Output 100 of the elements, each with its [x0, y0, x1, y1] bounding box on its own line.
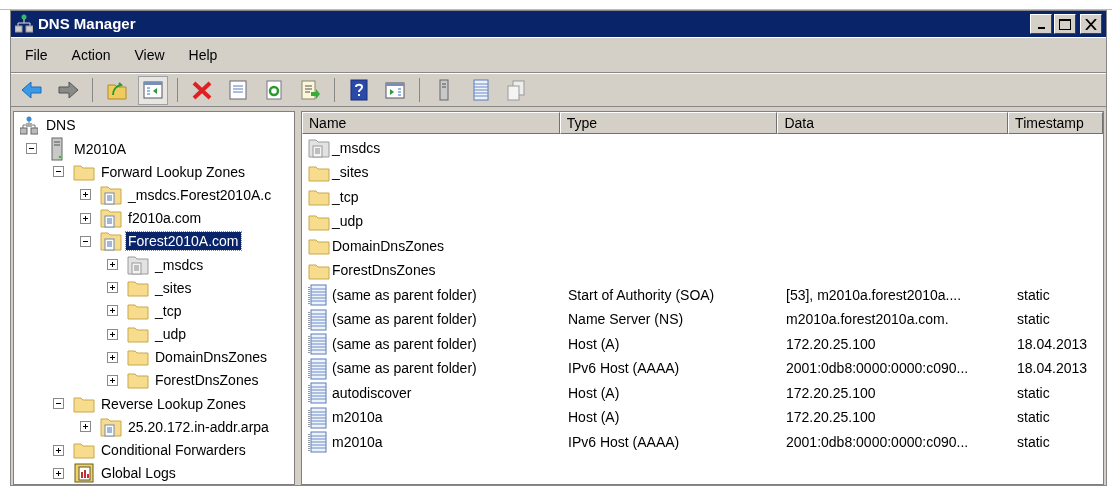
- close-button[interactable]: [1080, 14, 1102, 34]
- back-arrow-icon[interactable]: [21, 79, 43, 101]
- properties-icon[interactable]: [227, 79, 249, 101]
- help-icon[interactable]: [348, 79, 370, 101]
- zone-folder-icon: [127, 254, 149, 275]
- menu-item[interactable]: View: [134, 44, 165, 66]
- table-cell-text: m2010a: [332, 432, 383, 452]
- record-icon: [308, 382, 328, 405]
- column-header[interactable]: Data: [777, 112, 1009, 134]
- folder-icon: [127, 348, 149, 367]
- expand-toggle[interactable]: [52, 467, 64, 479]
- table-cell-text: 2001:0db8:0000:0000:c090...: [786, 359, 969, 379]
- tree-item[interactable]: Forward Lookup Zones: [99, 162, 247, 181]
- table-cell-text: (same as parent folder): [332, 359, 477, 379]
- delete-icon[interactable]: [191, 79, 213, 101]
- folder-icon: [73, 441, 95, 460]
- export-list-icon[interactable]: [299, 79, 321, 101]
- collapse-toggle[interactable]: [52, 398, 64, 410]
- menu-item[interactable]: Help: [188, 44, 218, 66]
- record-icon: [308, 333, 328, 356]
- tree-item[interactable]: _msdcs.Forest2010A.c: [126, 185, 274, 204]
- zone-folder-icon: [100, 416, 122, 437]
- folder-icon: [308, 163, 330, 182]
- maximize-icon: [1059, 18, 1071, 30]
- table-cell-text: Host (A): [568, 383, 620, 403]
- table-cell-text: autodiscover: [332, 383, 412, 403]
- table-cell-text: static: [1017, 310, 1050, 330]
- folder-icon: [127, 301, 149, 320]
- tree-item[interactable]: _udp: [153, 325, 189, 344]
- expand-toggle[interactable]: [52, 444, 64, 456]
- table-cell-text: static: [1017, 408, 1050, 428]
- table-cell-text: (same as parent folder): [332, 285, 477, 305]
- window-title: DNS Manager: [38, 13, 136, 34]
- tree-item[interactable]: Global Logs: [99, 464, 178, 483]
- table-cell-text: DomainDnsZones: [332, 236, 445, 256]
- tree-item[interactable]: 25.20.172.in-addr.arpa: [126, 417, 271, 436]
- table-cell-text: _udp: [332, 212, 364, 232]
- table-cell-text: 2001:0db8:0000:0000:c090...: [786, 432, 969, 452]
- action-pane-icon[interactable]: [384, 79, 406, 101]
- expand-toggle[interactable]: [106, 351, 118, 363]
- expand-toggle[interactable]: [79, 189, 91, 201]
- tree-item[interactable]: _tcp: [153, 301, 184, 320]
- tree-item[interactable]: _msdcs: [153, 255, 206, 274]
- menu-item[interactable]: Action: [71, 44, 111, 66]
- console-tree-icon[interactable]: [142, 79, 164, 101]
- collapse-toggle[interactable]: [25, 143, 37, 155]
- table-cell-text: m2010a.forest2010a.com.: [786, 310, 949, 330]
- table-cell-text: Name Server (NS): [568, 310, 684, 330]
- folder-icon: [308, 237, 330, 256]
- column-header[interactable]: Type: [559, 112, 778, 134]
- tree-item[interactable]: M2010A: [72, 139, 129, 158]
- table-cell-text: _tcp: [332, 187, 359, 207]
- folder-icon: [73, 162, 95, 181]
- table-cell-text: Start of Authority (SOA): [568, 285, 715, 305]
- tree-item[interactable]: Reverse Lookup Zones: [99, 394, 248, 413]
- folder-icon: [308, 212, 330, 231]
- tree-item[interactable]: DNS: [44, 115, 78, 136]
- tree-item[interactable]: Forest2010A.com: [126, 232, 241, 251]
- tree-item[interactable]: _sites: [153, 278, 194, 297]
- maximize-button[interactable]: [1054, 14, 1076, 34]
- expand-toggle[interactable]: [79, 212, 91, 224]
- folder-icon: [73, 394, 95, 413]
- tree-item[interactable]: f2010a.com: [126, 209, 204, 228]
- forward-arrow-icon[interactable]: [57, 79, 79, 101]
- server-icon: [50, 136, 64, 161]
- record-icon: [308, 431, 328, 454]
- expand-toggle[interactable]: [79, 421, 91, 433]
- expand-toggle[interactable]: [106, 374, 118, 386]
- expand-toggle[interactable]: [106, 305, 118, 317]
- table-cell-text: (same as parent folder): [332, 334, 477, 354]
- zone-folder-icon: [100, 208, 122, 229]
- collapse-toggle[interactable]: [52, 166, 64, 178]
- record-icon: [308, 406, 328, 429]
- table-cell-text: 172.20.25.100: [786, 383, 876, 403]
- folder-icon: [308, 188, 330, 207]
- column-header[interactable]: Name: [302, 112, 560, 134]
- zone-folder-icon: [100, 231, 122, 252]
- expand-toggle[interactable]: [106, 328, 118, 340]
- close-icon: [1085, 18, 1097, 30]
- table-cell-text: ForestDnsZones: [332, 261, 436, 281]
- folder-icon: [127, 371, 149, 390]
- table-cell-text: IPv6 Host (AAAA): [568, 359, 680, 379]
- minimize-button[interactable]: [1030, 14, 1052, 34]
- refresh-icon[interactable]: [263, 79, 285, 101]
- table-cell-text: _msdcs: [332, 138, 381, 158]
- expand-toggle[interactable]: [106, 282, 118, 294]
- menu-item[interactable]: File: [25, 44, 48, 66]
- table-cell-text: [53], m2010a.forest2010a....: [786, 285, 962, 305]
- table-cell-text: 18.04.2013: [1017, 359, 1088, 379]
- expand-toggle[interactable]: [106, 259, 118, 271]
- network-icon: [20, 115, 38, 136]
- collapse-toggle[interactable]: [79, 235, 91, 247]
- tree-item[interactable]: Conditional Forwarders: [99, 441, 248, 460]
- table-cell-text: m2010a: [332, 408, 383, 428]
- record-icon: [308, 284, 328, 307]
- tree-item[interactable]: ForestDnsZones: [153, 371, 261, 390]
- table-cell-text: IPv6 Host (AAAA): [568, 432, 680, 452]
- tree-item[interactable]: DomainDnsZones: [153, 348, 270, 367]
- minimize-icon: [1037, 27, 1045, 29]
- column-header[interactable]: Timestamp: [1008, 112, 1103, 134]
